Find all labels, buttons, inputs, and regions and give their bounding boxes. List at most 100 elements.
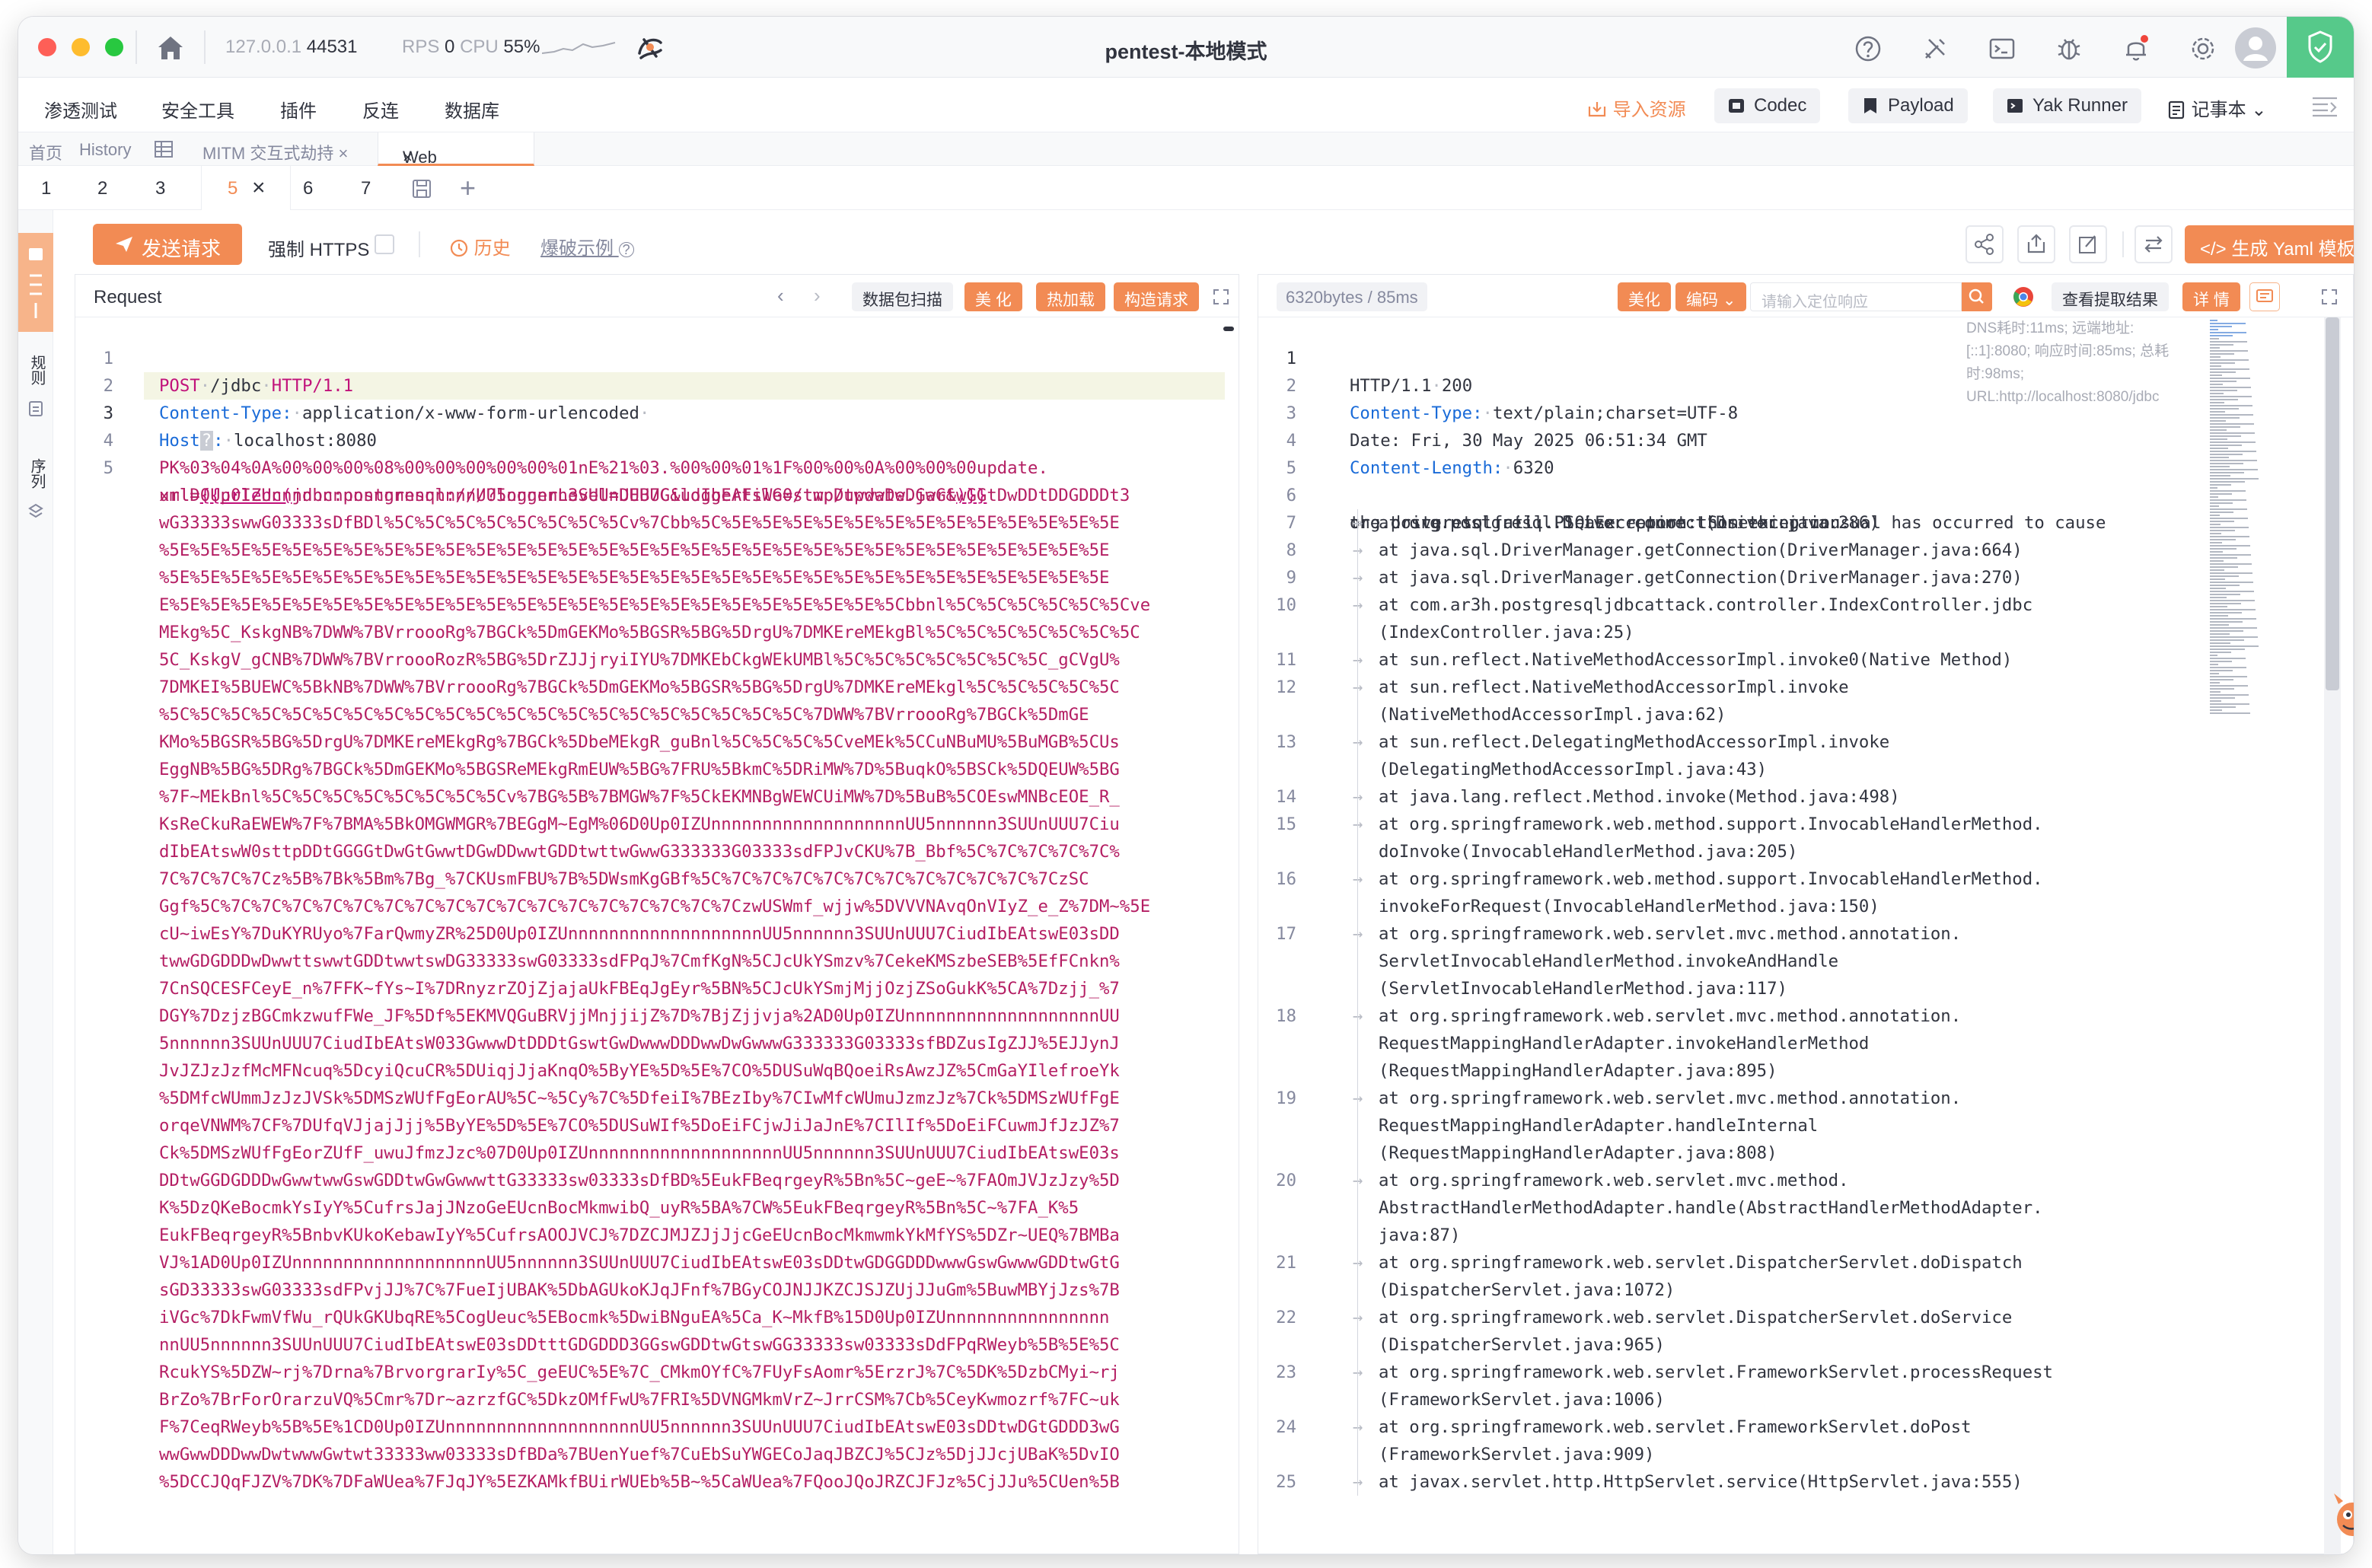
- menu-reverse[interactable]: 反连: [362, 96, 399, 123]
- scrollbar-thumb[interactable]: [2326, 317, 2339, 690]
- tab-home[interactable]: 首页: [29, 140, 62, 164]
- save-icon[interactable]: [411, 178, 432, 199]
- beautify-request-button[interactable]: 美 化: [964, 282, 1022, 311]
- export-icon: [2027, 234, 2045, 253]
- packet-scan-button[interactable]: 数据包扫描: [852, 282, 953, 311]
- table-icon[interactable]: [154, 140, 174, 158]
- magic-tag-icon[interactable]: ?: [199, 431, 214, 451]
- next-arrow-icon[interactable]: ›: [814, 284, 821, 308]
- user-avatar[interactable]: [2235, 27, 2276, 69]
- side-strip: 规则 序列: [18, 210, 53, 1554]
- collapse-menu-icon[interactable]: [2310, 94, 2340, 117]
- share-button[interactable]: [1966, 225, 2004, 263]
- close-icon[interactable]: ×: [338, 144, 348, 163]
- terminal-icon[interactable]: [1987, 33, 2017, 64]
- notepad-dropdown[interactable]: 记事本 ⌄: [2166, 94, 2266, 121]
- settings-gear-icon[interactable]: [2188, 33, 2218, 64]
- header-key: Content-Type:: [159, 403, 292, 423]
- yak-mascot-icon[interactable]: [2328, 1486, 2354, 1547]
- detail-button[interactable]: 详 情: [2182, 282, 2240, 311]
- request-title: Request: [94, 287, 162, 308]
- minimap[interactable]: [2207, 317, 2268, 736]
- fullscreen-icon[interactable]: [1213, 288, 1229, 305]
- response-line-3: 3 Date: Fri, 30 May 2025 06:51:34 GMT: [1258, 372, 1707, 451]
- indent-guide: [1357, 1030, 1358, 1057]
- security-shield-button[interactable]: [2287, 17, 2354, 78]
- payload-text: EggNB%5BG%5DRg%7BGCk%5DmGEKMo%5BGSReMEkg…: [159, 760, 1120, 779]
- minimize-window-button[interactable]: [72, 38, 90, 56]
- yak-runner-label: Yak Runner: [2032, 95, 2128, 116]
- sub-tab-1[interactable]: 1: [41, 178, 51, 199]
- hot-reload-button[interactable]: 热加载: [1036, 282, 1105, 311]
- stack-text: at org.postgresql.Driver.connect(Driver.…: [1379, 513, 1879, 533]
- comment-icon: [2256, 289, 2273, 302]
- swap-layout-button[interactable]: [2134, 225, 2173, 263]
- tools-icon[interactable]: [1920, 33, 1950, 64]
- indent-guide: [1357, 728, 1358, 756]
- codec-button[interactable]: Codec: [1714, 88, 1821, 123]
- menu-security-tools[interactable]: 安全工具: [161, 96, 234, 123]
- tab-history[interactable]: History: [79, 140, 131, 160]
- import-resource-button[interactable]: 导入资源: [1586, 94, 1686, 121]
- close-icon[interactable]: ×: [252, 175, 266, 201]
- sub-tab-3[interactable]: 3: [155, 178, 165, 199]
- response-viewer[interactable]: 1 HTTP/1.1·200 2 Content-Type:·text/plai…: [1258, 317, 2353, 1554]
- chrome-icon[interactable]: [2012, 285, 2035, 308]
- side-sequence-label[interactable]: 序列: [26, 458, 48, 489]
- stack-text: at org.springframework.web.servlet.mvc.m…: [1379, 1006, 1962, 1026]
- payload-button[interactable]: Payload: [1848, 88, 1968, 123]
- indent-guide: [1357, 1468, 1358, 1496]
- generate-yaml-button[interactable]: </> 生成 Yaml 模板: [2185, 225, 2354, 263]
- clock-icon: [450, 239, 468, 257]
- fullscreen-icon[interactable]: [2321, 288, 2338, 305]
- home-icon[interactable]: [154, 32, 187, 62]
- yak-runner-button[interactable]: Yak Runner: [1993, 88, 2141, 123]
- sub-tab-5-active[interactable]: 5 ×: [201, 166, 291, 210]
- generate-yaml-label: 生成 Yaml 模板: [2231, 239, 2354, 260]
- layers-icon[interactable]: [27, 502, 44, 521]
- bug-icon[interactable]: [2054, 33, 2084, 64]
- menu-database[interactable]: 数据库: [445, 96, 499, 123]
- line-number: 13: [1276, 732, 1296, 752]
- side-strip-active[interactable]: [18, 233, 53, 332]
- sub-tab-7[interactable]: 7: [361, 178, 371, 199]
- sub-tab-6[interactable]: 6: [303, 178, 313, 199]
- history-button[interactable]: 历史: [449, 233, 511, 260]
- encoding-dropdown[interactable]: 编码 ⌄: [1675, 282, 1747, 311]
- brute-example-link[interactable]: 爆破示例 ?: [540, 233, 634, 260]
- view-extract-button[interactable]: 查看提取结果: [2052, 282, 2169, 311]
- locate-response-input[interactable]: 请输入定位响应: [1750, 282, 1962, 311]
- build-request-button[interactable]: 构造请求: [1114, 282, 1199, 311]
- tab-mitm[interactable]: MITM 交互式劫持 ×: [202, 140, 348, 164]
- request-editor[interactable]: 1 POST·/jdbc·HTTP/1.1 2 Content-Type:·ap…: [75, 317, 1239, 1554]
- line-number: 22: [1276, 1308, 1296, 1327]
- add-tab-icon[interactable]: +: [460, 172, 476, 204]
- notification-bell-icon[interactable]: [2121, 33, 2151, 64]
- menu-plugins[interactable]: 插件: [280, 96, 317, 123]
- beautify-response-button[interactable]: 美化: [1618, 282, 1671, 311]
- maximize-window-button[interactable]: [105, 38, 123, 56]
- send-request-button[interactable]: 发送请求: [93, 224, 242, 265]
- sub-tab-2[interactable]: 2: [97, 178, 107, 199]
- stack-text: at org.springframework.web.servlet.mvc.m…: [1379, 1088, 1962, 1108]
- import-icon: [1588, 102, 1606, 117]
- export-button[interactable]: [2017, 225, 2055, 263]
- prev-arrow-icon[interactable]: ‹: [777, 284, 784, 308]
- payload-text: EukFBeqrgeyR%5BnbvKUkoKebawIyY%5CufrsAOO…: [159, 1225, 1120, 1245]
- tab-web-fuzzer[interactable]: Web Fuzzer ×: [378, 132, 534, 186]
- line-number: 7: [1286, 513, 1296, 533]
- chevron-down-icon: ⌄: [2251, 100, 2267, 120]
- help-icon[interactable]: [1853, 33, 1883, 64]
- force-https-checkbox[interactable]: [375, 234, 394, 254]
- indent-guide: [1357, 1194, 1358, 1222]
- search-button[interactable]: [1962, 282, 1992, 311]
- edit-button[interactable]: [2069, 225, 2107, 263]
- menu-pentest[interactable]: 渗透测试: [44, 96, 117, 123]
- clipboard-icon[interactable]: [27, 399, 44, 417]
- close-icon[interactable]: ×: [403, 148, 413, 167]
- comment-button[interactable]: [2249, 282, 2280, 311]
- response-timing-note: DNS耗时:11ms; 远端地址:[::1]:8080; 响应时间:85ms; …: [1966, 320, 2170, 405]
- close-window-button[interactable]: [38, 38, 56, 56]
- vertical-scrollbar[interactable]: [2324, 317, 2341, 1554]
- side-rules-label[interactable]: 规则: [26, 355, 48, 385]
